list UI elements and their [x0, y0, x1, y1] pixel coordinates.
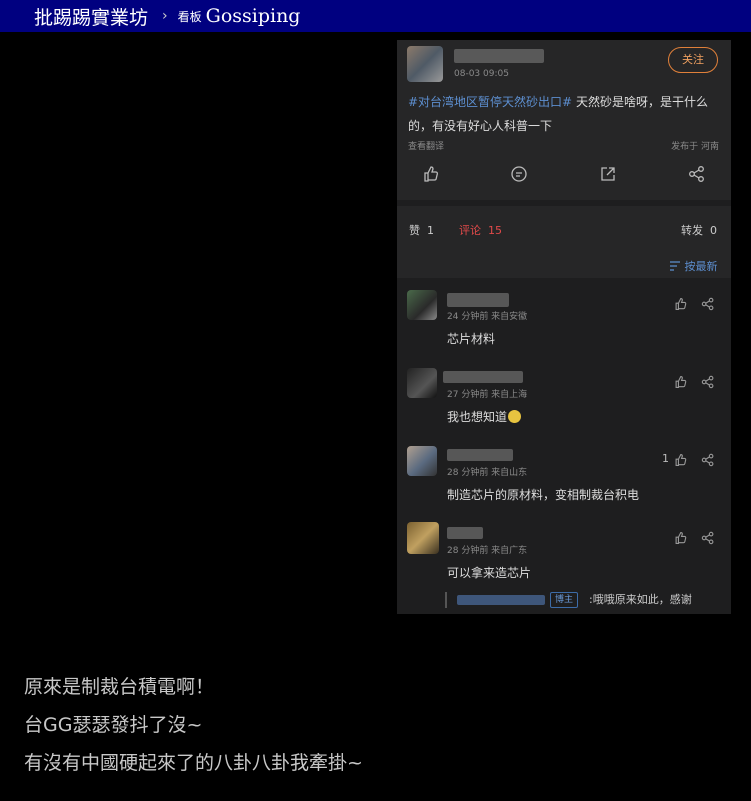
comment-meta: 28 分钟前 来自山东: [447, 468, 528, 478]
comment-share-icon[interactable]: [701, 375, 715, 389]
comments-tab[interactable]: 评论 15: [459, 222, 502, 238]
comment-like-icon[interactable]: [673, 297, 687, 311]
comment-like-icon[interactable]: [673, 531, 687, 545]
site-name-link[interactable]: 批踢踢實業坊: [34, 3, 148, 30]
translate-link[interactable]: 查看翻译: [408, 139, 444, 152]
likes-tab[interactable]: 赞 1: [409, 222, 434, 238]
post-hashtag[interactable]: #对台湾地区暂停天然砂出口#: [408, 95, 572, 109]
thumb-up-icon[interactable]: [421, 165, 439, 183]
article-body: 原來是制裁台積電啊！ 台GG瑟瑟發抖了沒~ 有沒有中國硬起來了的八卦八卦我牽掛~: [24, 668, 363, 782]
comment-item: 28 分钟前 来自山东 制造芯片的原材料，变相制裁台积电 1: [397, 440, 731, 510]
comment-share-icon[interactable]: [701, 297, 715, 311]
comment-meta: 27 分钟前 来自上海: [447, 390, 528, 400]
share-icon[interactable]: [599, 165, 617, 183]
commenter-name-redacted: [443, 371, 523, 383]
post-stats: 赞 1 评论 15 转发 0 按最新: [397, 206, 731, 278]
comment-icon[interactable]: [510, 165, 528, 183]
post-text: #对台湾地区暂停天然砂出口# 天然砂是啥呀，是干什么的，有没有好心人科普一下: [408, 90, 718, 138]
author-badge: 博主: [550, 592, 579, 608]
top-bar: 批踢踢實業坊 › 看板 Gossiping: [0, 0, 751, 32]
comment-text: 可以拿来造芯片: [447, 566, 532, 580]
comment-text: 芯片材料: [447, 332, 496, 346]
commenter-avatar[interactable]: [407, 522, 439, 554]
poster-name-redacted: [454, 49, 544, 63]
emoji-icon: [508, 410, 522, 423]
comment-share-icon[interactable]: [701, 453, 715, 467]
comment-text: 我也想知道: [447, 408, 522, 425]
commenter-name-redacted: [447, 293, 509, 307]
comment-like-icon[interactable]: [673, 375, 687, 389]
breadcrumb-separator: ›: [162, 8, 168, 24]
embedded-screenshot: 08-03 09:05 关注 #对台湾地区暂停天然砂出口# 天然砂是啥呀，是干什…: [397, 40, 731, 614]
sort-icon: [670, 261, 680, 271]
post-time: 08-03 09:05: [454, 69, 509, 79]
post-location: 发布于 河南: [671, 142, 719, 152]
commenter-name-redacted: [447, 449, 513, 461]
comment-meta: 28 分钟前 来自广东: [447, 546, 528, 556]
reply-bar: [445, 592, 447, 608]
commenter-name-redacted: [447, 527, 483, 539]
weibo-post: 08-03 09:05 关注 #对台湾地区暂停天然砂出口# 天然砂是啥呀，是干什…: [397, 40, 731, 200]
follow-button[interactable]: 关注: [668, 47, 718, 73]
author-reply: 博主 :哦哦原来如此，感谢: [443, 592, 725, 608]
commenter-avatar[interactable]: [407, 368, 437, 398]
comment-item: 27 分钟前 来自上海 我也想知道: [397, 362, 731, 432]
comment-like-icon[interactable]: [673, 453, 687, 467]
board-name-link[interactable]: Gossiping: [206, 5, 301, 27]
board-label: 看板: [177, 9, 202, 24]
comment-item: 28 分钟前 来自广东 可以拿来造芯片: [397, 518, 731, 588]
comment-text: 制造芯片的原材料，变相制裁台积电: [447, 488, 640, 502]
poster-avatar[interactable]: [407, 46, 443, 82]
reposts-tab[interactable]: 转发 0: [681, 222, 717, 238]
network-share-icon[interactable]: [688, 165, 706, 183]
comment-share-icon[interactable]: [701, 531, 715, 545]
body-line: 原來是制裁台積電啊！: [24, 676, 215, 698]
sort-latest-button[interactable]: 按最新: [669, 258, 718, 274]
commenter-avatar[interactable]: [407, 290, 437, 320]
comment-meta: 24 分钟前 来自安徽: [447, 312, 528, 322]
commenter-avatar[interactable]: [407, 446, 437, 476]
body-line: 有沒有中國硬起來了的八卦八卦我牽掛~: [24, 752, 363, 774]
post-actions: [397, 162, 731, 186]
body-line: 台GG瑟瑟發抖了沒~: [24, 714, 203, 736]
reply-text: :哦哦原来如此，感谢: [589, 593, 692, 606]
comment-like-count: 1: [662, 452, 669, 465]
comment-item: 24 分钟前 来自安徽 芯片材料: [397, 284, 731, 354]
reply-name-redacted: [457, 595, 545, 605]
